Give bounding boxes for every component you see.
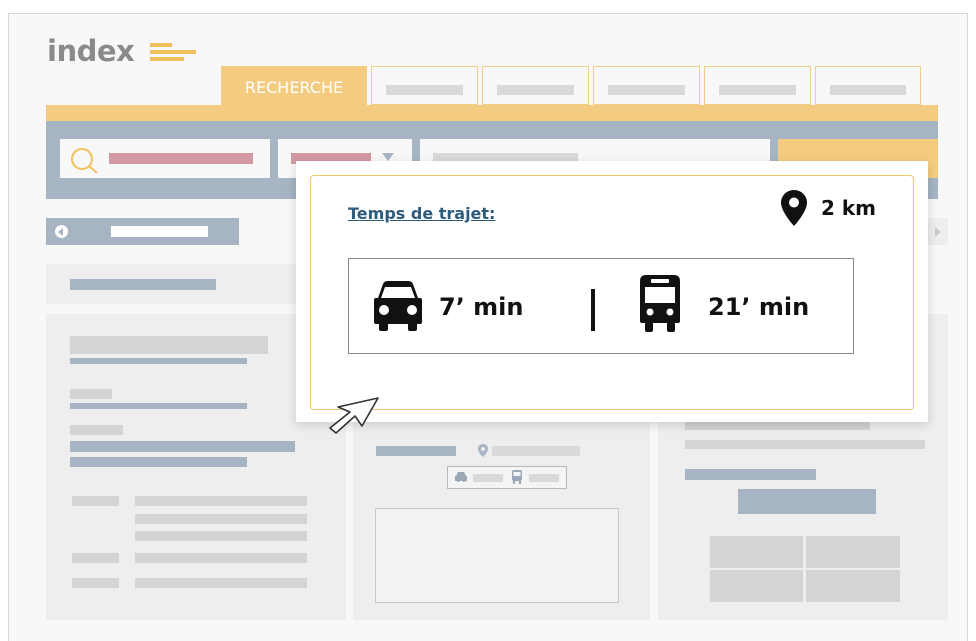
detail-grid-cell xyxy=(710,570,803,602)
filter-option-value xyxy=(135,578,307,588)
bus-time: 21’ min xyxy=(708,293,810,321)
filter-option-value xyxy=(135,514,307,524)
car-icon xyxy=(374,281,422,331)
tab-label-placeholder xyxy=(719,85,796,95)
chevron-left-icon xyxy=(58,228,63,236)
tab-recherche[interactable]: RECHERCHE xyxy=(221,66,367,105)
listing-distance-placeholder xyxy=(492,446,580,456)
logo[interactable]: index xyxy=(47,34,135,68)
car-icon xyxy=(455,472,467,482)
detail-action-button[interactable] xyxy=(738,489,876,514)
chevron-down-icon xyxy=(382,153,394,161)
location-pin-icon xyxy=(478,444,488,457)
tab-placeholder[interactable] xyxy=(482,66,589,105)
travel-time-popup: Temps de trajet: 2 km 7’ min 21’ min xyxy=(296,161,928,422)
filter-option-value xyxy=(135,553,307,563)
bus-icon xyxy=(512,470,522,484)
mouse-pointer-icon xyxy=(329,397,379,434)
detail-subtitle-placeholder xyxy=(685,469,816,480)
tab-label-placeholder xyxy=(608,85,685,95)
tab-label-placeholder xyxy=(830,85,906,95)
tab-label-placeholder xyxy=(386,85,463,95)
logo-text: index xyxy=(47,34,135,68)
listing-title-placeholder xyxy=(376,446,456,456)
bus-time-placeholder xyxy=(529,474,559,482)
detail-line xyxy=(685,421,870,430)
filter-line xyxy=(70,358,247,364)
filter-option-value xyxy=(135,496,307,506)
filter-label-placeholder xyxy=(70,425,123,435)
tab-placeholder[interactable] xyxy=(593,66,700,105)
location-pin-icon xyxy=(780,190,807,226)
detail-grid-cell xyxy=(806,536,900,568)
filter-option-label xyxy=(72,496,119,506)
back-label-placeholder xyxy=(111,226,208,237)
logo-mark xyxy=(150,43,172,47)
filter-label-placeholder xyxy=(70,389,112,399)
logo-mark xyxy=(150,57,184,61)
tab-label-placeholder xyxy=(497,85,574,95)
filter-line xyxy=(70,441,295,452)
divider xyxy=(591,289,595,331)
filter-line xyxy=(70,457,247,467)
filter-line xyxy=(70,403,247,409)
results-count-placeholder xyxy=(70,279,216,290)
distance-info: 2 km xyxy=(780,190,876,226)
detail-grid-cell xyxy=(806,570,900,602)
chevron-right-icon xyxy=(935,227,941,237)
travel-times-box: 7’ min 21’ min xyxy=(348,258,854,354)
logo-mark xyxy=(150,50,196,54)
filter-title-placeholder xyxy=(70,336,268,354)
tab-placeholder[interactable] xyxy=(371,66,478,105)
tab-placeholder[interactable] xyxy=(815,66,921,105)
filter-option-label xyxy=(72,553,119,563)
detail-line xyxy=(685,440,925,449)
filter-option-label xyxy=(72,578,119,588)
car-time: 7’ min xyxy=(439,293,524,321)
search-text-placeholder xyxy=(109,153,253,164)
tab-placeholder[interactable] xyxy=(704,66,811,105)
tab-band xyxy=(46,105,938,121)
bus-icon xyxy=(640,275,680,332)
travel-time-link[interactable]: Temps de trajet: xyxy=(348,204,495,223)
listing-image xyxy=(375,508,619,603)
detail-grid-cell xyxy=(710,536,803,568)
filter-option-value xyxy=(135,531,307,541)
car-time-placeholder xyxy=(473,474,503,482)
search-icon xyxy=(71,148,98,174)
distance-value: 2 km xyxy=(820,196,876,220)
